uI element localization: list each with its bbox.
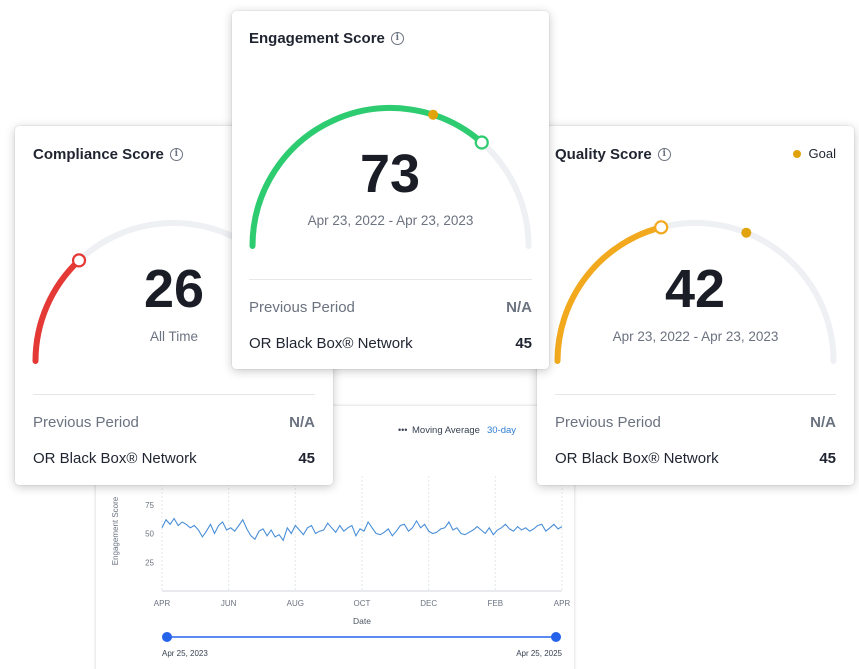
divider bbox=[33, 394, 315, 395]
previous-period-value: N/A bbox=[289, 414, 315, 431]
network-value: 45 bbox=[298, 450, 315, 467]
score-marker bbox=[71, 253, 87, 268]
previous-period-row: Previous Period N/A bbox=[555, 414, 836, 431]
network-value: 45 bbox=[515, 335, 532, 352]
date-range-end-handle[interactable] bbox=[551, 632, 561, 642]
x-tick-label: AUG bbox=[287, 599, 304, 608]
previous-period-label: Previous Period bbox=[249, 299, 355, 316]
end-date-label: Apr 25, 2025 bbox=[516, 649, 562, 658]
network-row: OR Black Box® Network 45 bbox=[555, 450, 836, 467]
date-range-start-handle[interactable] bbox=[162, 632, 172, 642]
previous-period-value: N/A bbox=[810, 414, 836, 431]
engagement-score-value: 73 bbox=[359, 144, 421, 204]
network-label: OR Black Box® Network bbox=[33, 450, 197, 467]
x-tick-label: APR bbox=[554, 599, 571, 608]
network-row: OR Black Box® Network 45 bbox=[33, 450, 315, 467]
divider bbox=[249, 279, 532, 280]
quality-score-value: 42 bbox=[664, 259, 726, 319]
engagement-score-card: Engagement Score i 73 Apr 23, 2022 - Apr… bbox=[232, 11, 549, 369]
engagement-period: Apr 23, 2022 - Apr 23, 2023 bbox=[307, 213, 474, 228]
previous-period-row: Previous Period N/A bbox=[249, 299, 532, 316]
moving-average-legend-icon: ••• bbox=[398, 425, 407, 435]
divider bbox=[555, 394, 836, 395]
moving-average-legend-label: Moving Average bbox=[412, 425, 480, 436]
start-date-label: Apr 25, 2023 bbox=[162, 649, 208, 658]
goal-marker bbox=[428, 109, 439, 120]
network-row: OR Black Box® Network 45 bbox=[249, 335, 532, 352]
x-tick-label: DEC bbox=[420, 599, 437, 608]
y-tick-label: 75 bbox=[145, 501, 154, 510]
x-tick-label: OCT bbox=[354, 599, 371, 608]
quality-period: Apr 23, 2022 - Apr 23, 2023 bbox=[612, 329, 779, 344]
y-axis-label: Engagement Score bbox=[111, 496, 120, 565]
previous-period-label: Previous Period bbox=[555, 414, 661, 431]
previous-period-label: Previous Period bbox=[33, 414, 139, 431]
x-tick-label: FEB bbox=[488, 599, 504, 608]
network-label: OR Black Box® Network bbox=[555, 450, 719, 467]
network-value: 45 bbox=[819, 450, 836, 467]
goal-marker bbox=[741, 227, 752, 238]
quality-score-card: Quality Score i Goal 42 Apr 23, 2022 - A… bbox=[537, 126, 854, 485]
gauge-value-arc bbox=[32, 257, 83, 364]
x-tick-label: APR bbox=[154, 599, 171, 608]
previous-period-value: N/A bbox=[506, 299, 532, 316]
y-tick-label: 25 bbox=[145, 558, 154, 567]
x-tick-label: JUN bbox=[221, 599, 237, 608]
compliance-score-value: 26 bbox=[143, 259, 205, 319]
score-marker bbox=[654, 220, 669, 235]
score-marker bbox=[474, 135, 489, 150]
network-label: OR Black Box® Network bbox=[249, 335, 413, 352]
previous-period-row: Previous Period N/A bbox=[33, 414, 315, 431]
x-axis-label: Date bbox=[353, 616, 371, 626]
range-30-day-button: 30-day bbox=[487, 425, 516, 436]
y-tick-label: 50 bbox=[145, 530, 154, 539]
